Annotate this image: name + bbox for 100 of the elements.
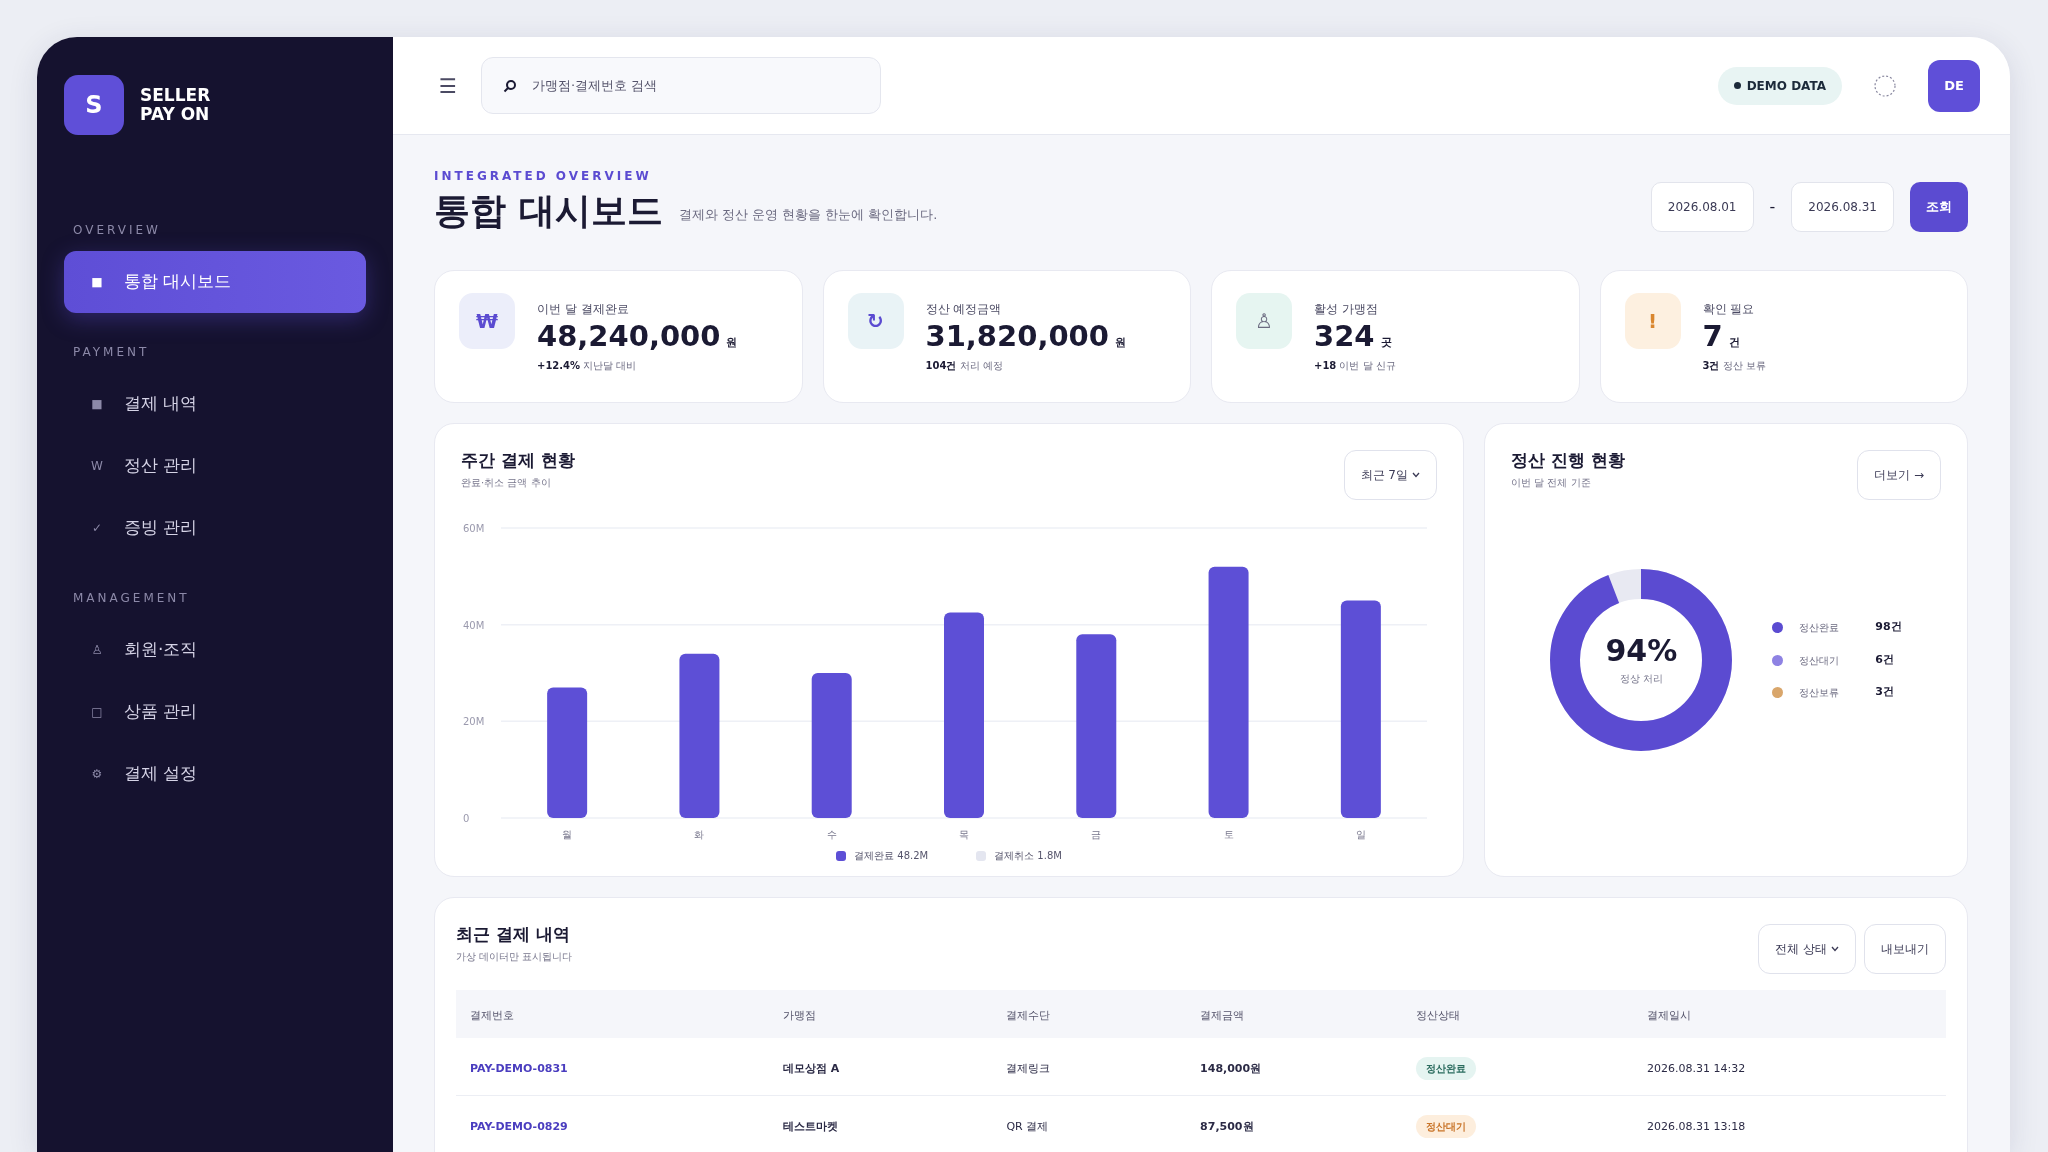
payment-id-link[interactable]: PAY-DEMO-0829 — [470, 1119, 568, 1133]
column-header: 정산상태 — [1416, 1009, 1461, 1023]
legend-label: 결제취소 1.8M — [994, 849, 1062, 864]
legend-label: 정산보류 — [1799, 686, 1841, 701]
kpi-value: 31,820,000 — [925, 318, 1109, 355]
sidebar-item[interactable]: ■ 통합 대시보드 — [64, 251, 366, 313]
end-date-field[interactable]: 2026.08.31 — [1791, 182, 1894, 233]
table-cell: 데모상점 A — [782, 1061, 840, 1075]
search-field[interactable]: 가맹점·결제번호 검색 — [480, 57, 881, 114]
page-eyebrow: INTEGRATED OVERVIEW — [434, 168, 653, 185]
status-dot-icon — [1733, 82, 1741, 89]
kpi-unit: 원 — [726, 335, 738, 352]
menu-icon[interactable]: ☰ — [439, 70, 457, 101]
sidebar-item[interactable]: ✓ 증빙 관리 — [64, 497, 366, 559]
payment-id-link[interactable]: PAY-DEMO-0831 — [470, 1061, 568, 1075]
legend-label: 정산완료 — [1799, 621, 1841, 636]
kpi-note: +12.4% 지난달 대비 — [537, 359, 638, 374]
kpi-icon: ! — [1624, 293, 1681, 350]
page-subtitle: 결제와 정산 운영 현황을 한눈에 확인합니다. — [678, 205, 938, 224]
kpi-label: 활성 가맹점 — [1314, 301, 1379, 319]
axis-label: 수 — [826, 829, 837, 841]
caret-icon — [1831, 946, 1839, 953]
kpi-icon: ♙ — [1236, 293, 1292, 350]
table-cell: 테스트마켓 — [782, 1119, 838, 1133]
axis-label: 토 — [1223, 829, 1234, 841]
nav-icon: W — [90, 457, 104, 475]
card-subtitle: 완료·취소 금액 추이 — [461, 475, 552, 490]
search-button[interactable]: 조회 — [1910, 182, 1968, 233]
start-date-field[interactable]: 2026.08.01 — [1650, 182, 1754, 233]
nav-icon: ■ — [90, 273, 104, 291]
kpi-label: 확인 필요 — [1702, 301, 1756, 319]
date-separator: - — [1769, 196, 1776, 219]
card-subtitle: 이번 달 전체 기준 — [1511, 475, 1592, 490]
legend-count: 3건 — [1875, 684, 1894, 701]
table-cell: 148,000원 — [1200, 1061, 1262, 1075]
nav-icon: ✓ — [90, 519, 104, 537]
section-title: MANAGEMENT — [73, 590, 191, 607]
card-title: 주간 결제 현황 — [461, 450, 575, 471]
kpi-label: 정산 예정금액 — [925, 301, 1003, 319]
kpi-note: 104건 처리 예정 — [925, 359, 1004, 374]
card-title: 최근 결제 내역 — [456, 924, 571, 945]
axis-label: 20M — [463, 716, 485, 728]
caret-icon — [1412, 472, 1420, 479]
brand-name: SELLER PAY ON — [140, 86, 211, 124]
axis-label: 금 — [1091, 829, 1102, 841]
kpi-icon: ₩ — [459, 293, 515, 350]
axis-label: 일 — [1355, 829, 1366, 841]
sidebar-item[interactable]: ♙ 회원·조직 — [64, 619, 366, 681]
legend-label: 정산대기 — [1799, 653, 1841, 668]
loading-icon — [1874, 74, 1896, 97]
nav-icon: □ — [90, 703, 104, 721]
kpi-icon: ↻ — [847, 293, 904, 350]
export-button[interactable]: 내보내기 — [1864, 924, 1946, 975]
status-badge: 정산대기 — [1416, 1114, 1477, 1138]
page-title: 통합 대시보드 — [434, 189, 663, 233]
nav-icon: ♙ — [90, 641, 104, 659]
column-header: 결제수단 — [1006, 1009, 1051, 1023]
status-badge: 정산완료 — [1416, 1056, 1477, 1080]
status-filter-dropdown[interactable]: 전체 상태 — [1758, 924, 1856, 975]
section-title: OVERVIEW — [73, 222, 162, 239]
table-cell: QR 결제 — [1006, 1119, 1049, 1133]
kpi-value: 48,240,000 — [537, 318, 721, 355]
percent-value: 94% — [1605, 634, 1678, 668]
logo-icon: S — [64, 75, 124, 135]
kpi-label: 이번 달 결제완료 — [537, 301, 630, 319]
donut-caption: 정상 처리 — [1618, 672, 1664, 687]
kpi-value: 7 — [1702, 318, 1723, 355]
kpi-value: 324 — [1314, 318, 1375, 355]
legend-count: 98건 — [1875, 619, 1902, 636]
kpi-unit: 건 — [1728, 335, 1740, 352]
nav-icon: ■ — [90, 395, 104, 413]
section-title: PAYMENT — [73, 344, 151, 361]
axis-label: 60M — [463, 523, 485, 535]
sidebar-item[interactable]: ⚙ 결제 설정 — [64, 743, 366, 805]
legend-count: 6건 — [1875, 651, 1894, 668]
table-cell: 2026.08.31 13:18 — [1647, 1119, 1746, 1133]
column-header: 가맹점 — [782, 1009, 816, 1023]
table-cell: 결제링크 — [1006, 1061, 1051, 1075]
sidebar-item[interactable]: W 정산 관리 — [64, 435, 366, 497]
sidebar-item[interactable]: ■ 결제 내역 — [64, 373, 366, 435]
column-header: 결제일시 — [1647, 1009, 1692, 1023]
range-dropdown[interactable]: 최근 7일 — [1343, 450, 1437, 501]
table-cell: 2026.08.31 14:32 — [1647, 1061, 1746, 1075]
kpi-unit: 원 — [1114, 335, 1126, 352]
axis-label: 월 — [562, 829, 573, 841]
card-subtitle: 가상 데이터만 표시됩니다 — [456, 949, 573, 964]
axis-label: 40M — [463, 619, 485, 631]
column-header: 결제금액 — [1200, 1009, 1245, 1023]
table-cell: 87,500원 — [1200, 1119, 1254, 1133]
column-header: 결제번호 — [470, 1009, 514, 1023]
axis-label: 화 — [694, 829, 705, 841]
badge-label: DEMO DATA — [1746, 77, 1826, 95]
card-title: 정산 진행 현황 — [1511, 450, 1625, 471]
kpi-note: 3건 정산 보류 — [1702, 359, 1766, 374]
axis-label: 0 — [463, 813, 470, 825]
nav-icon: ⚙ — [90, 765, 104, 783]
more-button[interactable]: 더보기 → — [1857, 450, 1941, 501]
sidebar-item[interactable]: □ 상품 관리 — [64, 681, 366, 743]
user-avatar[interactable]: DE — [1928, 59, 1980, 112]
kpi-note: +18 이번 달 신규 — [1314, 359, 1396, 374]
